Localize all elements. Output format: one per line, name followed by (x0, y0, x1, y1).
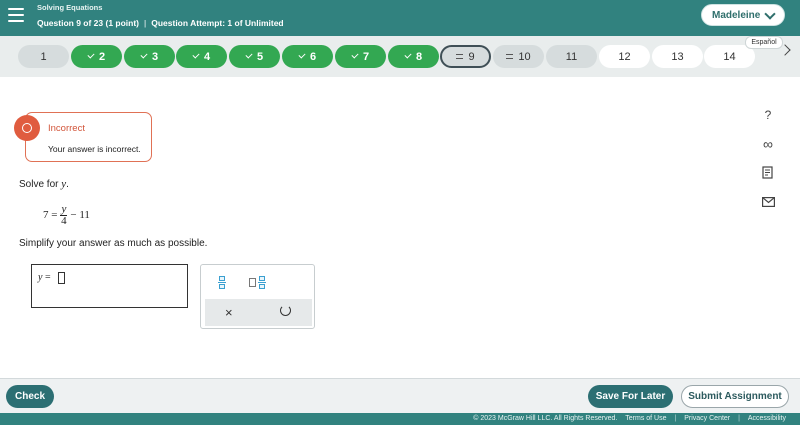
question-number: 7 (362, 50, 370, 63)
answer-equals: = (44, 272, 51, 283)
math-palette: × (200, 264, 315, 329)
question-button-7[interactable]: 7 (335, 45, 386, 68)
infinity-icon[interactable]: ∞ (759, 135, 777, 153)
in-progress-icon (506, 54, 514, 59)
footer-bar (0, 378, 800, 413)
question-button-2[interactable]: 2 (71, 45, 122, 68)
notes-icon[interactable] (759, 163, 777, 181)
copyright-text: © 2023 McGraw Hill LLC. All Rights Reser… (473, 415, 618, 422)
question-number: 1 (40, 50, 47, 63)
accessibility-link[interactable]: Accessibility (748, 415, 786, 422)
feedback-message: Your answer is incorrect. (48, 144, 141, 154)
espanol-toggle[interactable]: Español (745, 36, 783, 49)
answer-input-box[interactable]: y = (31, 264, 188, 308)
question-number: 11 (565, 50, 578, 63)
question-number: 8 (415, 50, 423, 63)
mixed-number-button[interactable] (246, 271, 268, 293)
question-number: 12 (618, 50, 631, 63)
fraction-denominator: 4 (61, 214, 67, 227)
question-number: 3 (151, 50, 159, 63)
check-icon (87, 51, 95, 59)
question-button-1[interactable]: 1 (18, 45, 69, 68)
in-progress-icon (456, 54, 464, 59)
prompt-text: Solve for (19, 179, 59, 190)
question-number: 13 (671, 50, 684, 63)
user-menu-button[interactable]: Madeleine (701, 4, 785, 26)
question-info: Question 9 of 23 (1 point) | Question Atte… (37, 18, 284, 28)
legal-separator: | (674, 415, 677, 422)
question-number: 14 (723, 50, 736, 63)
prompt-period: . (66, 179, 69, 190)
chevron-down-icon (764, 8, 776, 20)
check-icon (140, 51, 148, 59)
legal-bar: © 2023 McGraw Hill LLC. All Rights Reser… (0, 413, 800, 425)
help-icon[interactable]: ? (759, 106, 777, 124)
legal-separator: | (738, 415, 740, 422)
answer-label: y = (38, 272, 51, 283)
question-button-4[interactable]: 4 (176, 45, 227, 68)
fraction-button[interactable] (211, 271, 233, 293)
user-name: Madeleine (712, 9, 761, 21)
menu-icon[interactable] (8, 8, 24, 22)
undo-icon[interactable] (280, 305, 291, 316)
header-separator: | (144, 18, 147, 28)
check-icon (245, 51, 253, 59)
question-number: 4 (203, 50, 211, 63)
check-icon (298, 51, 306, 59)
question-number: 9 (468, 50, 475, 63)
topic-title: Solving Equations (37, 3, 103, 12)
question-button-13[interactable]: 13 (652, 45, 703, 68)
terms-link[interactable]: Terms of Use (625, 415, 666, 422)
equation-left: 7 = (43, 209, 58, 221)
question-button-5[interactable]: 5 (229, 45, 280, 68)
mixed-number-icon (248, 275, 266, 289)
equation-right: − 11 (70, 209, 90, 221)
answer-input-field[interactable] (58, 272, 65, 284)
question-button-9[interactable]: 9 (440, 45, 491, 68)
fraction-numerator: y (60, 202, 68, 216)
feedback-box (25, 112, 152, 162)
mail-icon[interactable] (759, 193, 777, 211)
save-for-later-button[interactable]: Save For Later (588, 385, 673, 408)
incorrect-icon (14, 115, 40, 141)
question-number: 5 (256, 50, 264, 63)
attempt-info: Question Attempt: 1 of Unlimited (151, 18, 284, 28)
clear-button[interactable]: × (225, 305, 233, 320)
question-count: Question 9 of 23 (1 point) (37, 18, 140, 28)
question-nav-bar: 1 2 3 4 5 6 7 8 9 10 11 12 13 14 (0, 36, 800, 77)
check-icon (404, 51, 412, 59)
submit-assignment-button[interactable]: Submit Assignment (681, 385, 789, 408)
question-button-6[interactable]: 6 (282, 45, 333, 68)
question-number: 10 (518, 50, 531, 63)
top-header: Solving Equations Question 9 of 23 (1 po… (0, 0, 800, 36)
problem-prompt: Solve for y. (19, 178, 69, 190)
check-button[interactable]: Check (6, 385, 54, 408)
feedback-title: Incorrect (48, 123, 85, 134)
check-icon (351, 51, 359, 59)
check-icon (192, 51, 200, 59)
equation-fraction: y 4 (60, 202, 68, 227)
equation: 7 = y 4 − 11 (43, 202, 90, 228)
question-button-12[interactable]: 12 (599, 45, 650, 68)
question-button-11[interactable]: 11 (546, 45, 597, 68)
question-number: 2 (98, 50, 106, 63)
question-button-10[interactable]: 10 (493, 45, 544, 68)
answer-variable: y (38, 272, 43, 283)
instruction-text: Simplify your answer as much as possible… (19, 238, 208, 249)
palette-actions: × (205, 299, 312, 326)
question-number: 6 (309, 50, 317, 63)
privacy-link[interactable]: Privacy Center (684, 415, 730, 422)
question-button-8[interactable]: 8 (388, 45, 439, 68)
question-button-14[interactable]: 14 (704, 45, 755, 68)
fraction-icon (218, 275, 226, 289)
question-button-3[interactable]: 3 (124, 45, 175, 68)
